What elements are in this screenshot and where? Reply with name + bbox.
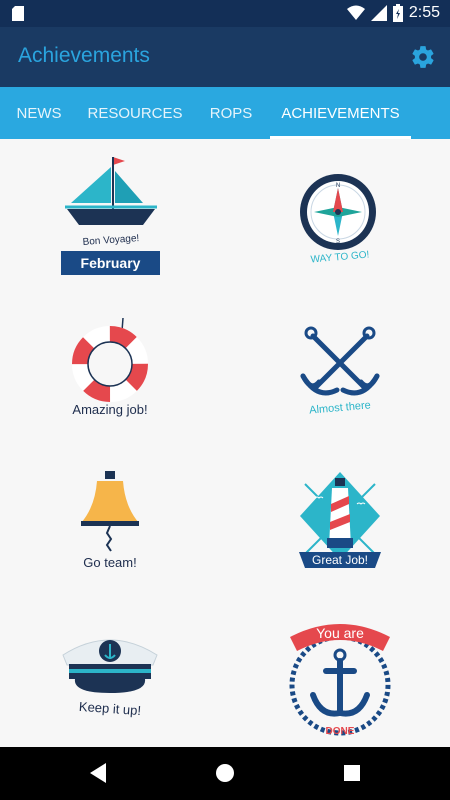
clock: 2:55 bbox=[408, 4, 440, 21]
month-banner: February bbox=[61, 251, 160, 275]
svg-text:N: N bbox=[336, 183, 340, 189]
system-nav-bar bbox=[0, 747, 450, 800]
tab-bar: NEWS RESOURCES ROPS ACHIEVEMENTS bbox=[0, 87, 450, 139]
app-bar: Achievements bbox=[0, 27, 450, 87]
badge-go-team[interactable]: Go team! bbox=[35, 467, 185, 607]
sailboat-icon: Bon Voyage! bbox=[65, 157, 157, 248]
gear-icon[interactable] bbox=[410, 44, 436, 70]
crossed-anchors-icon bbox=[300, 326, 380, 396]
lighthouse-icon: Great Job! bbox=[299, 472, 381, 568]
badge-amazing-job[interactable]: Amazing job! bbox=[35, 314, 185, 454]
tab-achievements[interactable]: ACHIEVEMENTS bbox=[270, 87, 411, 139]
battery-icon bbox=[392, 4, 403, 22]
home-icon[interactable] bbox=[214, 761, 236, 785]
bell-icon bbox=[81, 471, 139, 552]
life-ring-icon bbox=[72, 317, 148, 402]
badge-you-are-done[interactable]: You are DONE bbox=[265, 617, 415, 747]
tab-rops[interactable]: ROPS bbox=[192, 87, 270, 139]
tab-news[interactable]: NEWS bbox=[0, 87, 78, 139]
anchor-emblem-icon: You are DONE bbox=[289, 624, 391, 737]
recents-icon[interactable] bbox=[342, 761, 362, 785]
back-icon[interactable] bbox=[88, 761, 108, 785]
month-label: February bbox=[80, 255, 141, 271]
achievements-grid: Bon Voyage! February N S WAY TO GO! Amaz… bbox=[0, 139, 450, 747]
badge-bon-voyage[interactable]: Bon Voyage! February bbox=[35, 151, 185, 291]
tab-resources[interactable]: RESOURCES bbox=[78, 87, 192, 139]
badge-almost-there[interactable]: Almost there bbox=[265, 324, 415, 464]
badge-keep-it-up[interactable]: Keep it up! bbox=[35, 629, 185, 747]
badge-great-job[interactable]: Great Job! bbox=[265, 464, 415, 604]
signal-icon bbox=[370, 5, 387, 21]
badge-caption: Amazing job! bbox=[72, 402, 148, 417]
badge-caption-bottom: DONE bbox=[326, 726, 355, 737]
page-title: Achievements bbox=[18, 44, 150, 67]
badge-caption-top: You are bbox=[316, 625, 364, 641]
status-bar: 2:55 bbox=[0, 0, 450, 27]
sd-card-icon bbox=[12, 6, 24, 21]
svg-text:S: S bbox=[336, 239, 340, 245]
badge-caption: Bon Voyage! bbox=[82, 233, 139, 248]
badge-way-to-go[interactable]: N S WAY TO GO! bbox=[265, 164, 415, 304]
wifi-icon bbox=[346, 5, 365, 20]
badge-caption: Go team! bbox=[83, 555, 137, 570]
badge-caption: Great Job! bbox=[312, 553, 368, 567]
